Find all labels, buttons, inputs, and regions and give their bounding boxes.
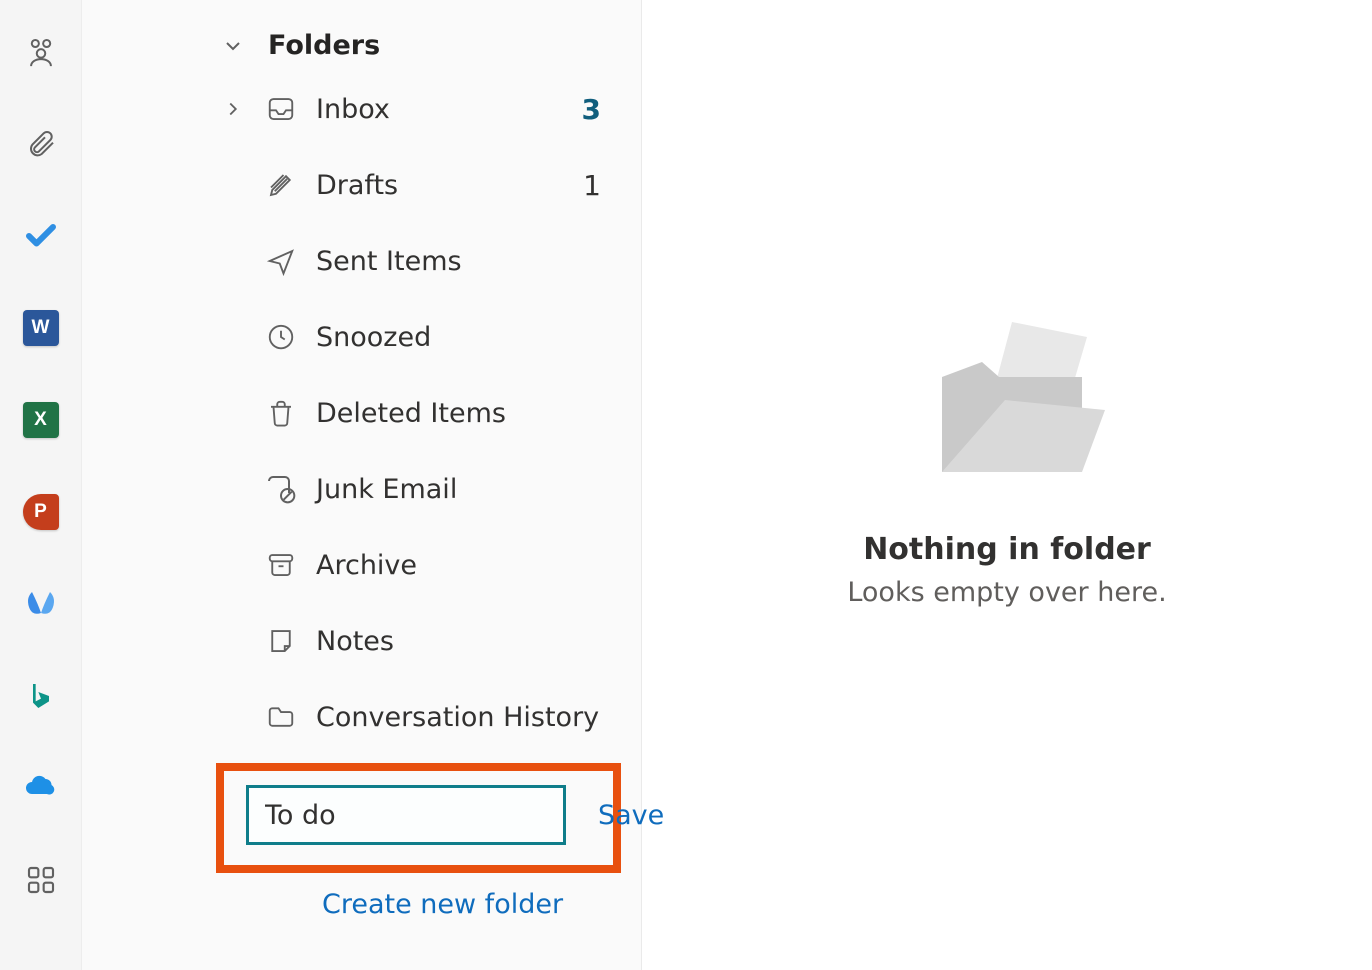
folder-conversation-history[interactable]: Conversation History bbox=[82, 679, 641, 755]
folder-label: Junk Email bbox=[316, 474, 601, 505]
inbox-icon bbox=[264, 92, 298, 126]
create-folder-link[interactable]: Create new folder bbox=[322, 889, 563, 920]
folders-header[interactable]: Folders bbox=[82, 20, 641, 71]
onedrive-icon[interactable] bbox=[23, 770, 59, 806]
folder-inbox[interactable]: Inbox 3 bbox=[82, 71, 641, 147]
folder-icon bbox=[264, 700, 298, 734]
more-apps-icon[interactable] bbox=[23, 862, 59, 898]
archive-icon bbox=[264, 548, 298, 582]
empty-title: Nothing in folder bbox=[863, 532, 1151, 567]
chevron-right-icon bbox=[220, 98, 246, 120]
empty-subtitle: Looks empty over here. bbox=[847, 577, 1166, 608]
folder-count: 3 bbox=[582, 93, 601, 126]
app-rail: W X P bbox=[0, 0, 82, 970]
folder-notes[interactable]: Notes bbox=[82, 603, 641, 679]
clock-icon bbox=[264, 320, 298, 354]
new-folder-row: Save bbox=[216, 763, 621, 873]
drafts-icon bbox=[264, 168, 298, 202]
folder-label: Drafts bbox=[316, 170, 565, 201]
folders-title: Folders bbox=[268, 30, 380, 61]
sent-icon bbox=[264, 244, 298, 278]
folder-label: Conversation History bbox=[316, 702, 601, 733]
bing-icon[interactable] bbox=[23, 678, 59, 714]
folder-label: Inbox bbox=[316, 94, 564, 125]
folder-label: Sent Items bbox=[316, 246, 601, 277]
attachment-icon[interactable] bbox=[23, 126, 59, 162]
folder-archive[interactable]: Archive bbox=[82, 527, 641, 603]
folder-snoozed[interactable]: Snoozed bbox=[82, 299, 641, 375]
word-icon[interactable]: W bbox=[23, 310, 59, 346]
junk-icon bbox=[264, 472, 298, 506]
new-folder-input[interactable] bbox=[246, 785, 566, 845]
folder-deleted[interactable]: Deleted Items bbox=[82, 375, 641, 451]
folder-label: Archive bbox=[316, 550, 601, 581]
chevron-down-icon bbox=[220, 33, 246, 59]
todo-icon[interactable] bbox=[23, 218, 59, 254]
folder-label: Snoozed bbox=[316, 322, 601, 353]
folder-label: Notes bbox=[316, 626, 601, 657]
create-folder-row: Create new folder bbox=[82, 873, 641, 920]
folder-sent[interactable]: Sent Items bbox=[82, 223, 641, 299]
excel-icon[interactable]: X bbox=[23, 402, 59, 438]
folder-junk[interactable]: Junk Email bbox=[82, 451, 641, 527]
viva-icon[interactable] bbox=[23, 586, 59, 622]
notes-icon bbox=[264, 624, 298, 658]
trash-icon bbox=[264, 396, 298, 430]
empty-folder-illustration bbox=[887, 282, 1127, 502]
folder-drafts[interactable]: Drafts 1 bbox=[82, 147, 641, 223]
people-icon[interactable] bbox=[23, 34, 59, 70]
folder-count: 1 bbox=[583, 169, 601, 202]
powerpoint-icon[interactable]: P bbox=[23, 494, 59, 530]
folder-pane: Folders Inbox 3 Drafts 1 Sent Items Snoo… bbox=[82, 0, 642, 970]
folder-label: Deleted Items bbox=[316, 398, 601, 429]
main-empty-state: Nothing in folder Looks empty over here. bbox=[642, 0, 1372, 970]
